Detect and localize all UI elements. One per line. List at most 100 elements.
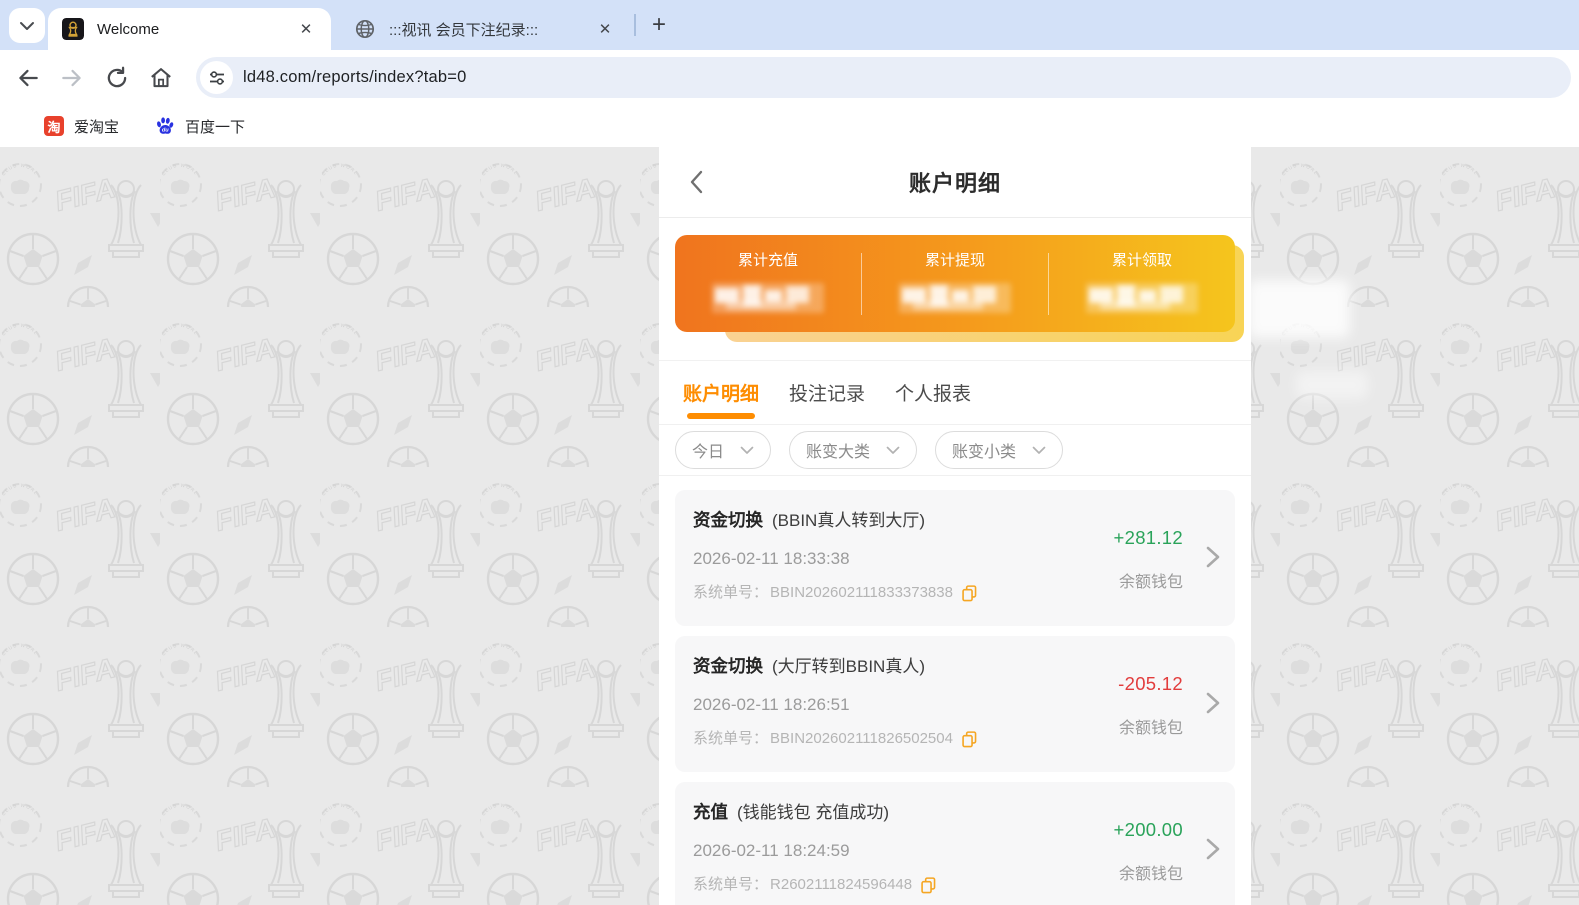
app-header: 账户明细 — [659, 147, 1251, 218]
chevron-left-icon — [690, 170, 703, 194]
back-button-app[interactable] — [683, 147, 709, 217]
close-tab-icon[interactable]: ✕ — [592, 16, 618, 42]
globe-icon — [355, 19, 375, 39]
copy-icon[interactable] — [961, 584, 978, 603]
filter-bar: 今日 账变大类 账变小类 — [659, 425, 1251, 476]
tab-title: :::视讯 会员下注纪录::: — [389, 21, 539, 39]
tx-note: (大厅转到BBIN真人) — [772, 657, 925, 676]
tab-title: Welcome — [97, 20, 160, 38]
tab-search-button[interactable] — [9, 8, 45, 43]
address-bar[interactable]: ld48.com/reports/index?tab=0 — [196, 57, 1571, 98]
tx-wallet: 余额钱包 — [1118, 866, 1183, 883]
tab-bet-records[interactable]: 投注记录 — [789, 361, 865, 424]
tx-amount: +281.12 — [1113, 527, 1183, 548]
forward-button[interactable] — [58, 64, 86, 92]
chevron-right-icon[interactable] — [1205, 545, 1221, 569]
tab-personal-report[interactable]: 个人报表 — [895, 361, 971, 424]
section-tabs: 账户明细 投注记录 个人报表 — [659, 360, 1251, 425]
tx-wallet: 余额钱包 — [1118, 720, 1183, 737]
transaction-row[interactable]: 资金切换 (大厅转到BBIN真人) 2026-02-11 18:26:51 系统… — [675, 636, 1235, 772]
reload-button[interactable] — [103, 64, 131, 92]
back-arrow-icon — [19, 69, 38, 87]
tx-note: (钱能钱包 充值成功) — [737, 803, 890, 822]
blur-redaction — [1248, 280, 1350, 338]
summary-total-withdraw: 累计提现 — [862, 251, 1048, 332]
tx-type: 充值 — [693, 802, 728, 822]
url-text[interactable]: ld48.com/reports/index?tab=0 — [243, 68, 466, 87]
tab-divider — [634, 14, 636, 36]
summary-label: 累计领取 — [1111, 252, 1172, 269]
tx-order-label: 系统单号： — [693, 584, 769, 601]
browser-toolbar: ld48.com/reports/index?tab=0 — [0, 50, 1579, 105]
tab-account-details[interactable]: 账户明细 — [683, 361, 759, 424]
tx-wallet: 余额钱包 — [1118, 574, 1183, 591]
bookmark-label: 百度一下 — [185, 118, 246, 136]
tune-icon — [209, 70, 224, 85]
page-title: 账户明细 — [908, 171, 1001, 196]
tab-label: 投注记录 — [789, 384, 866, 405]
tab-label: 个人报表 — [895, 384, 972, 405]
summary-label: 累计充值 — [737, 252, 798, 269]
reload-icon — [107, 66, 127, 88]
filter-date-dropdown[interactable]: 今日 — [675, 431, 772, 469]
home-button[interactable] — [147, 64, 175, 92]
transaction-row[interactable]: 充值 (钱能钱包 充值成功) 2026-02-11 18:24:59 系统单号：… — [675, 782, 1235, 905]
bookmarks-bar: 淘 爱淘宝 du 百度一下 — [0, 105, 1579, 147]
tab-strip: Welcome ✕ :::视讯 会员下注纪录::: ✕ + — [0, 0, 1579, 50]
svg-text:du: du — [162, 128, 169, 134]
taobao-icon: 淘 — [44, 116, 64, 136]
filter-label: 账变大类 — [806, 444, 871, 461]
summary-total-deposit: 累计充值 — [675, 251, 861, 332]
filter-label: 账变小类 — [952, 444, 1017, 461]
bookmark-baidu[interactable]: du 百度一下 — [155, 116, 245, 137]
chevron-down-icon — [740, 446, 754, 454]
tab-welcome[interactable]: Welcome ✕ — [48, 8, 331, 50]
filter-minor-category-dropdown[interactable]: 账变小类 — [935, 431, 1064, 469]
chevron-right-icon[interactable] — [1205, 691, 1221, 715]
browser-window: Welcome ✕ :::视讯 会员下注纪录::: ✕ + ld48.com/r… — [0, 0, 1579, 905]
redacted-value — [1086, 283, 1198, 313]
site-favicon-trophy — [62, 18, 84, 40]
page-content: CLUB WORLD CUP 23 FIFA — [0, 147, 1579, 905]
tx-order-label: 系统单号： — [693, 730, 769, 747]
chevron-down-icon — [886, 446, 900, 454]
transaction-row[interactable]: 资金切换 (BBIN真人转到大厅) 2026-02-11 18:33:38 系统… — [675, 490, 1235, 626]
tx-order-number: BBIN202602111833373838 — [770, 584, 953, 601]
site-info-button[interactable] — [200, 61, 233, 94]
redacted-value — [712, 283, 824, 313]
copy-icon[interactable] — [961, 730, 978, 749]
tab-betting-records[interactable]: :::视讯 会员下注纪录::: ✕ — [340, 8, 628, 50]
tx-order-label: 系统单号： — [693, 876, 769, 893]
blur-redaction — [1296, 371, 1368, 399]
back-button[interactable] — [14, 64, 42, 92]
bookmark-label: 爱淘宝 — [74, 118, 120, 136]
tx-type: 资金切换 — [693, 510, 763, 530]
baidu-paw-icon: du — [157, 117, 174, 134]
filter-major-category-dropdown[interactable]: 账变大类 — [789, 431, 918, 469]
chevron-down-icon — [20, 21, 34, 30]
tx-order-number: BBIN202602111826502504 — [770, 730, 953, 747]
tx-type: 资金切换 — [693, 656, 763, 676]
app-panel: 账户明细 累计充值 累计提现 累计领取 账户明细 投注记录 个人报表 今日 账变… — [659, 147, 1251, 905]
summary-card: 累计充值 累计提现 累计领取 — [675, 235, 1235, 332]
redacted-value — [899, 283, 1011, 313]
filter-label: 今日 — [692, 444, 725, 461]
new-tab-button[interactable]: + — [644, 10, 674, 40]
tx-amount: +200.00 — [1113, 819, 1183, 840]
forward-arrow-icon — [62, 69, 81, 87]
close-tab-icon[interactable]: ✕ — [293, 16, 319, 42]
chevron-down-icon — [1032, 446, 1046, 454]
summary-total-claimed: 累计领取 — [1049, 251, 1235, 332]
copy-icon[interactable] — [920, 876, 937, 895]
summary-label: 累计提现 — [924, 252, 985, 269]
tx-amount: -205.12 — [1118, 673, 1183, 694]
bookmark-aitaobao[interactable]: 淘 爱淘宝 — [44, 116, 119, 137]
tab-label: 账户明细 — [683, 384, 760, 405]
transaction-list: 资金切换 (BBIN真人转到大厅) 2026-02-11 18:33:38 系统… — [659, 476, 1251, 905]
home-icon — [151, 68, 171, 88]
tx-note: (BBIN真人转到大厅) — [772, 511, 925, 530]
chevron-right-icon[interactable] — [1205, 837, 1221, 861]
active-tab-underline — [687, 413, 755, 419]
summary-section: 累计充值 累计提现 累计领取 — [659, 218, 1251, 360]
tx-order-number: R2602111824596448 — [770, 876, 913, 893]
